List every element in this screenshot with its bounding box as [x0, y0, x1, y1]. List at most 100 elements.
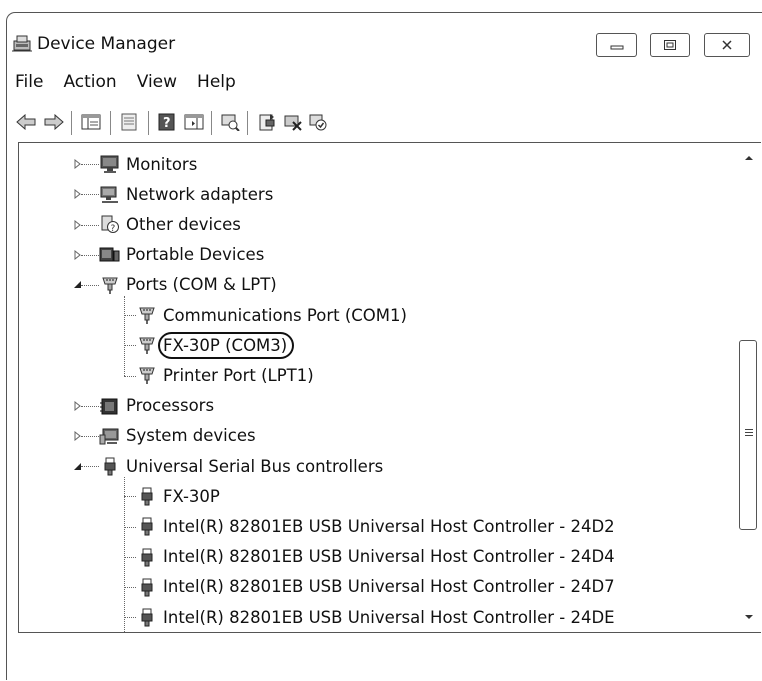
- minimize-icon: [610, 36, 624, 55]
- tree-connector-line: [124, 315, 136, 317]
- help-icon[interactable]: ?: [156, 112, 178, 132]
- tree-connector-line: [81, 194, 99, 196]
- tree-device[interactable]: Printer Port (LPT1): [136, 360, 314, 390]
- tree-category[interactable]: ? Other devices: [99, 209, 241, 239]
- scrollbar-thumb[interactable]: [739, 340, 757, 530]
- tree-connector-line: [81, 284, 99, 286]
- tree-node-label: Network adapters: [126, 184, 274, 204]
- tree-node-label: Monitors: [126, 154, 198, 174]
- close-icon: [721, 36, 733, 55]
- maximize-button[interactable]: [650, 33, 690, 57]
- tree-device[interactable]: Communications Port (COM1): [136, 300, 407, 330]
- menu-bar: File Action View Help: [7, 69, 246, 95]
- forward-arrow-icon[interactable]: [43, 112, 65, 132]
- tree-category[interactable]: Monitors: [99, 149, 197, 179]
- unknown-device-icon: ?: [99, 214, 121, 234]
- update-driver-icon[interactable]: [256, 112, 278, 132]
- back-arrow-icon[interactable]: [15, 112, 37, 132]
- tree-category[interactable]: Universal Serial Bus controllers: [99, 451, 383, 481]
- tree-connector-line: [81, 466, 99, 468]
- tree-node-label: System devices: [126, 426, 256, 446]
- toolbar-separator: [148, 111, 149, 135]
- menu-view[interactable]: View: [127, 69, 187, 95]
- tree-node-label: Other devices: [126, 214, 241, 234]
- enable-device-icon[interactable]: [307, 112, 329, 132]
- tree-node-label: Intel(R) 82801EB USB Universal Host Cont…: [163, 577, 615, 597]
- tree-connector-line: [124, 345, 136, 347]
- system-device-icon: [99, 426, 121, 446]
- device-tree-panel: Monitors Network adapters? Other devices Po…: [18, 142, 761, 633]
- tree-connector-line: [124, 556, 136, 558]
- port-icon: [136, 335, 158, 355]
- toolbar-separator: [110, 111, 111, 135]
- tree-connector-line: [124, 375, 136, 377]
- usb-icon: [136, 547, 158, 567]
- status-bar: [18, 637, 762, 681]
- svg-text:?: ?: [163, 116, 171, 131]
- usb-icon: [136, 516, 158, 536]
- processor-icon: [99, 396, 121, 416]
- device-manager-window: Device Manager File Action View Help ? M…: [6, 12, 762, 680]
- properties-icon[interactable]: [118, 112, 140, 132]
- toolbar-separator: [211, 111, 212, 135]
- vertical-scrollbar[interactable]: [737, 143, 761, 632]
- menu-file[interactable]: File: [7, 69, 53, 95]
- usb-icon: [136, 577, 158, 597]
- tree-connector-line: [124, 586, 136, 588]
- minimize-button[interactable]: [596, 33, 637, 57]
- highlight-circle: [158, 332, 294, 360]
- usb-icon: [136, 607, 158, 627]
- scroll-up-icon[interactable]: [742, 151, 756, 165]
- tree-device[interactable]: Intel(R) 82801EB USB Universal Host Cont…: [136, 542, 615, 572]
- tree-device[interactable]: Intel(R) 82801EB USB Universal Host Cont…: [136, 511, 615, 541]
- toolbar-separator: [247, 111, 248, 135]
- tree-node-label: Processors: [126, 396, 215, 416]
- tree-category[interactable]: Ports (COM & LPT): [99, 270, 277, 300]
- port-icon: [136, 305, 158, 325]
- scroll-down-icon[interactable]: [742, 610, 756, 624]
- tree-node-label: Printer Port (LPT1): [163, 365, 314, 385]
- port-icon: [136, 365, 158, 385]
- show-hide-action-pane-icon[interactable]: [183, 112, 205, 132]
- maximize-icon: [663, 36, 677, 55]
- tree-connector-line: [81, 405, 99, 407]
- tree-node-label: Universal Serial Bus controllers: [126, 456, 384, 476]
- tree-connector-line: [124, 296, 125, 376]
- tree-node-label: Intel(R) 82801EB USB Universal Host Cont…: [163, 516, 615, 536]
- tree-category[interactable]: Network adapters: [99, 179, 273, 209]
- tree-node-label: Intel(R) 82801EB USB Universal Host Cont…: [163, 547, 615, 567]
- device-manager-icon: [11, 33, 33, 53]
- tree-node-label: Portable Devices: [126, 245, 265, 265]
- tree-connector-line: [81, 224, 99, 226]
- svg-text:?: ?: [111, 224, 116, 234]
- menu-help[interactable]: Help: [187, 69, 246, 95]
- device-tree[interactable]: Monitors Network adapters? Other devices Po…: [19, 143, 739, 632]
- uninstall-icon[interactable]: [282, 112, 304, 132]
- tree-category[interactable]: Portable Devices: [99, 240, 264, 270]
- tree-category[interactable]: System devices: [99, 421, 256, 451]
- tree-device[interactable]: Intel(R) 82801EB USB Universal Host Cont…: [136, 572, 615, 602]
- tree-connector-line: [124, 617, 136, 619]
- tree-device[interactable]: FX-30P: [136, 481, 220, 511]
- tree-connector-line: [124, 477, 125, 632]
- portable-device-icon: [99, 245, 121, 265]
- tree-connector-line: [124, 526, 136, 528]
- tree-node-label: Intel(R) 82801EB USB Universal Host Cont…: [163, 607, 615, 627]
- tree-connector-line: [81, 254, 99, 256]
- tree-connector-line: [81, 164, 99, 166]
- tree-category[interactable]: Processors: [99, 391, 214, 421]
- toolbar-separator: [71, 111, 72, 135]
- scan-hardware-icon[interactable]: [219, 112, 241, 132]
- monitor-icon: [99, 154, 121, 174]
- menu-action[interactable]: Action: [53, 69, 126, 95]
- show-hide-console-tree-icon[interactable]: [80, 112, 102, 132]
- tree-node-label: Ports (COM & LPT): [126, 275, 277, 295]
- window-title: Device Manager: [37, 34, 176, 54]
- port-icon: [99, 275, 121, 295]
- tree-device[interactable]: Intel(R) 82801EB USB Universal Host Cont…: [136, 602, 615, 632]
- tree-node-label: Communications Port (COM1): [163, 305, 407, 325]
- title-bar[interactable]: Device Manager: [7, 13, 762, 65]
- tree-node-label: FX-30P: [163, 486, 220, 506]
- close-button[interactable]: [704, 33, 750, 57]
- tree-connector-line: [81, 435, 99, 437]
